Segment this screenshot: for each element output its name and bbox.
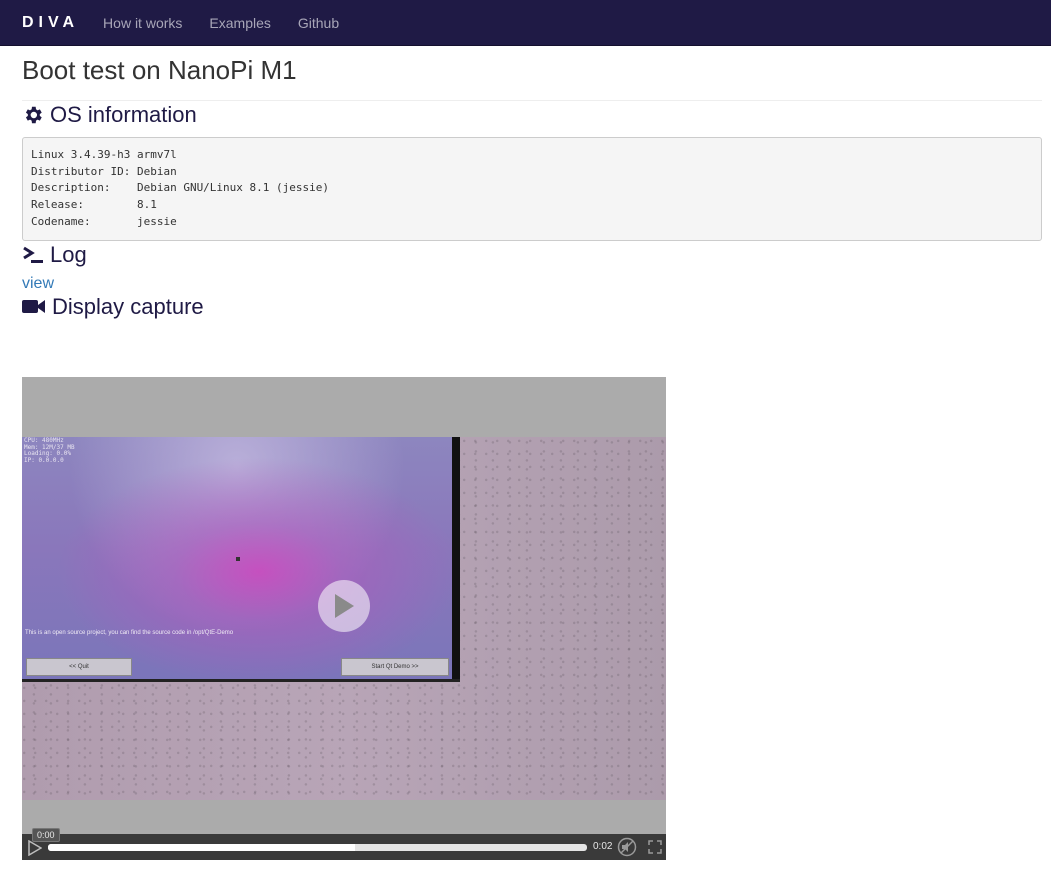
window-border <box>452 437 460 682</box>
duration-label: 0:02 <box>593 841 613 852</box>
os-information-label: OS information <box>50 102 197 127</box>
os-line: Codename: jessie <box>31 214 177 228</box>
nav-examples[interactable]: Examples <box>209 15 270 31</box>
captured-quit-button: << Quit <box>26 658 132 676</box>
main-content: Boot test on NanoPi M1 OS information Li… <box>22 46 1042 860</box>
captured-message: This is an open source project, you can … <box>25 630 234 636</box>
player-controls: 0:00 0:02 <box>22 828 666 860</box>
video-player[interactable]: CPU: 480MHz Mem: 12M/37 MB Loading: 0.0%… <box>22 377 666 860</box>
os-line: Linux 3.4.39-h3 armv7l <box>31 148 177 161</box>
brand-logo[interactable]: DIVA <box>22 14 79 32</box>
gear-icon <box>22 104 44 126</box>
play-icon <box>28 839 43 857</box>
os-info-block: Linux 3.4.39-h3 armv7l Distributor ID: D… <box>22 137 1042 241</box>
play-icon <box>335 594 354 618</box>
captured-app-window: CPU: 480MHz Mem: 12M/37 MB Loading: 0.0%… <box>22 437 452 682</box>
fullscreen-button[interactable] <box>648 840 662 859</box>
log-label: Log <box>50 241 87 267</box>
progress-bar[interactable] <box>48 844 587 851</box>
status-lines: CPU: 480MHz Mem: 12M/37 MB Loading: 0.0%… <box>24 437 75 464</box>
big-play-button[interactable] <box>318 580 370 632</box>
os-information-heading: OS information <box>22 101 1042 129</box>
nav-github[interactable]: Github <box>298 15 339 31</box>
log-heading: Log <box>22 241 1042 269</box>
nav-how-it-works[interactable]: How it works <box>103 15 182 31</box>
terminal-icon <box>22 245 44 265</box>
video-camera-icon <box>22 298 46 316</box>
mute-button[interactable] <box>617 837 637 860</box>
fullscreen-icon <box>648 840 662 854</box>
play-toggle-button[interactable] <box>28 839 43 860</box>
captured-start-button: Start Qt Demo >> <box>341 658 449 676</box>
window-bottom-border <box>22 679 460 682</box>
os-line: Release: 8.1 <box>31 198 157 212</box>
page-title: Boot test on NanoPi M1 <box>22 55 297 85</box>
volume-mute-icon <box>617 837 637 857</box>
progress-fill <box>48 844 356 851</box>
log-view-link[interactable]: view <box>22 275 54 293</box>
status-line: IP: 0.0.0.0 <box>24 456 64 464</box>
mouse-cursor-icon <box>236 557 240 561</box>
current-time: 0:00 <box>32 828 60 842</box>
os-line: Distributor ID: Debian <box>31 164 177 178</box>
navbar: DIVA How it works Examples Github <box>0 0 1051 46</box>
os-line: Description: Debian GNU/Linux 8.1 (jessi… <box>31 181 330 195</box>
display-capture-heading: Display capture <box>22 293 1042 321</box>
display-capture-label: Display capture <box>52 293 204 319</box>
